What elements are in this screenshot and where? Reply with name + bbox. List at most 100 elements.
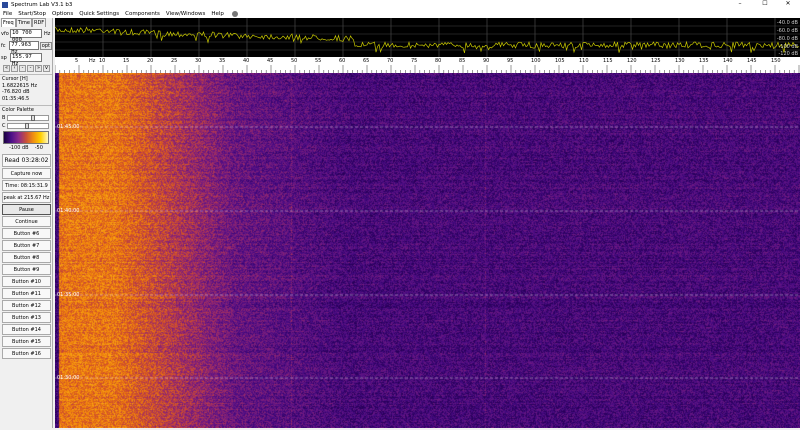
menu-bar: File Start/Stop Options Quick Settings C…: [0, 9, 800, 18]
menu-help[interactable]: Help: [211, 11, 224, 17]
scale-label: 20: [147, 58, 154, 64]
panel-button-2[interactable]: Capture now: [2, 167, 51, 179]
panel-button-11[interactable]: Button #10: [2, 275, 51, 287]
scale-label: 85: [459, 58, 466, 64]
scale-label: 100: [531, 58, 541, 64]
palette-max-label: -50: [34, 144, 43, 151]
menu-view-windows[interactable]: View/Windows: [166, 11, 205, 17]
maximize-button[interactable]: ☐: [755, 0, 775, 7]
panel-button-13[interactable]: Button #12: [2, 299, 51, 311]
minimize-button[interactable]: –: [730, 0, 750, 7]
db-label: -60.0 dB: [776, 28, 798, 34]
db-label: -40.0 dB: [776, 20, 798, 26]
db-label: -100 dB: [778, 44, 798, 50]
scale-label: 90: [483, 58, 490, 64]
opt-button[interactable]: opt: [39, 41, 52, 50]
scale-label: 80: [435, 58, 442, 64]
scale-label: 105: [555, 58, 565, 64]
waterfall-time-label: 01:45:00: [57, 124, 80, 130]
scale-label: 150: [771, 58, 781, 64]
scale-label: 30: [195, 58, 202, 64]
scroll-right-button[interactable]: »: [35, 65, 42, 72]
scale-label: 65: [363, 58, 370, 64]
panel-button-16[interactable]: Button #15: [2, 335, 51, 347]
waterfall-time-label: 01:40:00: [57, 208, 80, 214]
title-bar: Spectrum Lab V3.1 b3 – ☐ ✕: [0, 0, 800, 9]
scroll-left-button[interactable]: ‹: [11, 65, 18, 72]
panel-button-9[interactable]: Button #8: [2, 251, 51, 263]
scroll-fast-left-button[interactable]: «: [3, 65, 10, 72]
waterfall-time-label: 01:35:00: [57, 292, 80, 298]
window-title: Spectrum Lab V3.1 b3: [11, 1, 73, 8]
brightness-thumb[interactable]: [30, 114, 35, 121]
fc-input[interactable]: 77.963 Hz: [9, 41, 39, 55]
panel-button-7[interactable]: Button #6: [2, 227, 51, 239]
scale-label: 35: [219, 58, 226, 64]
scale-label: 110: [579, 58, 589, 64]
control-panel: Freq Time RDF vfo 10 700 000 Hz fc 77.963 H…: [0, 18, 53, 428]
panel-button-10[interactable]: Button #9: [2, 263, 51, 275]
panel-button-8[interactable]: Button #7: [2, 239, 51, 251]
scale-label: 40: [243, 58, 250, 64]
scale-unit: Hz: [89, 58, 96, 64]
scale-label: 55: [315, 58, 322, 64]
brightness-slider[interactable]: [7, 114, 49, 121]
tab-freq[interactable]: Freq: [1, 18, 16, 27]
zoom-in-button[interactable]: -: [27, 65, 34, 72]
palette-title: Color Palette: [0, 105, 52, 114]
scale-label: 70: [387, 58, 394, 64]
scale-label: 140: [723, 58, 733, 64]
panel-button-6[interactable]: Continue: [2, 215, 51, 227]
palette-min-label: -100 dB: [9, 144, 29, 151]
scale-label: 95: [507, 58, 514, 64]
frequency-scale[interactable]: Hz 5 10 15 20 25 30 35 40 45 50 55 60 65 70 75 80 85 90 95…: [55, 57, 800, 73]
scale-label: 130: [675, 58, 685, 64]
menu-file[interactable]: File: [3, 11, 12, 17]
color-palette-bar: [3, 130, 49, 144]
scale-label: 75: [411, 58, 418, 64]
scale-label: 120: [627, 58, 637, 64]
spectrum-trace: [54, 26, 800, 54]
options-dropdown-button[interactable]: v: [43, 65, 50, 72]
waterfall-time-label: 01:30:00: [57, 375, 80, 381]
panel-button-1[interactable]: Read 03:28:02: [2, 153, 51, 167]
waterfall-display[interactable]: 01:45:00 01:40:00 01:35:00 01:30:00: [55, 73, 800, 428]
scale-label: 60: [339, 58, 346, 64]
tab-time[interactable]: Time: [15, 18, 32, 27]
vfo-input[interactable]: 10 700 000: [10, 29, 42, 43]
app-icon: [2, 1, 8, 8]
scale-label: 5: [75, 58, 79, 64]
sp-label: sp: [1, 54, 7, 61]
cursor-group: Cursor [H] 1.6822615 Hz -76.820 dB 01:35…: [0, 74, 52, 103]
menu-components[interactable]: Components: [125, 11, 160, 17]
vfo-unit: Hz: [44, 30, 51, 37]
span-input[interactable]: 155.97 Hz: [10, 53, 42, 67]
close-button[interactable]: ✕: [778, 0, 798, 7]
tab-rdf[interactable]: RDF: [31, 18, 47, 27]
panel-button-5[interactable]: Pause: [2, 203, 51, 215]
menu-options[interactable]: Options: [52, 11, 73, 17]
panel-button-3[interactable]: Time: 08:15:31.9: [2, 179, 51, 191]
spectrum-graph[interactable]: -40.0 dB -60.0 dB -80.0 dB -100 dB -120 …: [54, 18, 800, 57]
panel-button-12[interactable]: Button #11: [2, 287, 51, 299]
panel-button-17[interactable]: Button #16: [2, 347, 51, 359]
contrast-slider[interactable]: [7, 122, 49, 129]
scale-label: 15: [123, 58, 130, 64]
scale-ticks: [55, 65, 800, 73]
scale-label: 135: [699, 58, 709, 64]
panel-button-14[interactable]: Button #13: [2, 311, 51, 323]
menu-start-stop[interactable]: Start/Stop: [18, 11, 46, 17]
scale-label: 25: [171, 58, 178, 64]
contrast-thumb[interactable]: [25, 122, 30, 129]
scale-label: 115: [603, 58, 613, 64]
menu-quick-settings[interactable]: Quick Settings: [79, 11, 119, 17]
zoom-out-button[interactable]: -: [19, 65, 26, 72]
panel-button-15[interactable]: Button #14: [2, 323, 51, 335]
scale-label: 50: [291, 58, 298, 64]
scale-label: 125: [651, 58, 661, 64]
scale-label: 45: [267, 58, 274, 64]
vfo-label: vfo: [1, 30, 9, 37]
scale-label: 10: [99, 58, 106, 64]
spectrum-plot: [54, 18, 800, 57]
panel-button-4[interactable]: peak at 215.67 Hz: [2, 191, 51, 203]
